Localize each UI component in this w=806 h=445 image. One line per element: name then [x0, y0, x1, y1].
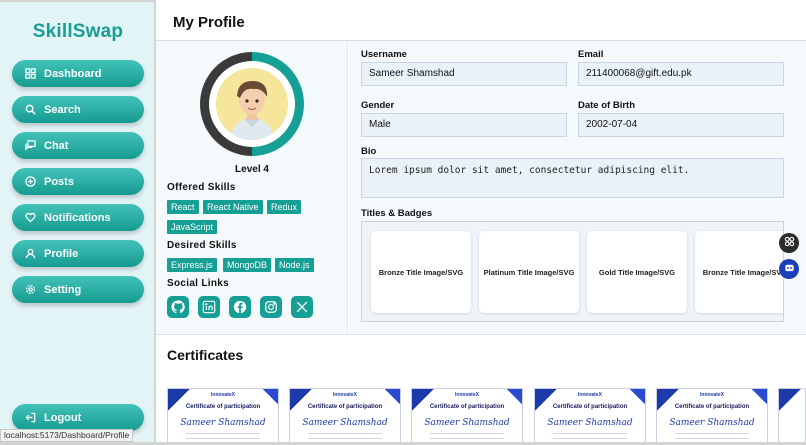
sidebar-item-label: Search	[44, 103, 81, 116]
certificate-heading: Certificate of participation	[429, 404, 505, 410]
sidebar-item-label: Dashboard	[44, 67, 102, 80]
profile-card: Level 4 Offered Skills React React Nativ…	[156, 41, 348, 334]
gender-field[interactable]: Male	[361, 113, 567, 137]
certificate-heading: Certificate of participation	[674, 404, 750, 410]
sidebar-item-posts[interactable]: Posts	[12, 168, 144, 195]
gender-label: Gender	[361, 100, 395, 111]
sidebar-item-notifications[interactable]: Notifications	[12, 204, 144, 231]
certificate-heading: Certificate of participation	[185, 404, 261, 410]
sidebar-item-setting[interactable]: Setting	[12, 276, 144, 303]
avatar[interactable]	[216, 68, 288, 140]
sidebar: SkillSwap Dashboard Search Chat Posts No…	[0, 0, 156, 445]
email-field[interactable]: 211400068@gift.edu.pk	[578, 62, 784, 86]
logout-label: Logout	[44, 411, 82, 424]
facebook-icon[interactable]	[229, 296, 251, 318]
github-icon[interactable]	[167, 296, 189, 318]
badges-scroller[interactable]: Bronze Title Image/SVG Platinum Title Im…	[361, 221, 784, 322]
certificate-card[interactable]: InnovateX Certificate of participation S…	[289, 388, 401, 445]
bio-label: Bio	[361, 146, 377, 157]
page-header: My Profile	[156, 2, 806, 41]
certificate-card-partial[interactable]	[778, 388, 806, 445]
certificate-card[interactable]: InnovateX Certificate of participation S…	[167, 388, 279, 445]
certificate-org: InnovateX	[211, 392, 235, 398]
apps-icon	[784, 234, 795, 252]
sidebar-item-label: Chat	[44, 139, 69, 152]
badge-card[interactable]: Bronze Title Image/SVG	[695, 231, 783, 313]
sidebar-item-search[interactable]: Search	[12, 96, 144, 123]
sidebar-item-chat[interactable]: Chat	[12, 132, 144, 159]
browser-status-url: localhost:5173/Dashboard/Profile	[0, 429, 134, 442]
skill-chip: React Native	[203, 200, 263, 214]
desired-skills-title: Desired Skills	[167, 240, 237, 251]
skill-chip: React	[167, 200, 199, 214]
certificate-name: Sameer Shamshad	[180, 418, 266, 428]
skill-chip: Redux	[267, 200, 302, 214]
sidebar-item-label: Profile	[44, 247, 79, 260]
badge-card[interactable]: Platinum Title Image/SVG	[479, 231, 579, 313]
certificate-card[interactable]: InnovateX Certificate of participation S…	[534, 388, 646, 445]
skill-chip: JavaScript	[167, 220, 218, 234]
badges-label: Titles & Badges	[361, 208, 433, 219]
social-links-title: Social Links	[167, 278, 229, 289]
offered-skills-title: Offered Skills	[167, 182, 236, 193]
skill-chip: Express.js	[167, 258, 217, 272]
level-label: Level 4	[235, 164, 269, 175]
certificate-name: Sameer Shamshad	[302, 418, 388, 428]
sidebar-item-label: Notifications	[44, 211, 111, 224]
profile-form: Username Sameer Shamshad Email 211400068…	[349, 41, 806, 334]
certificate-org: InnovateX	[700, 392, 724, 398]
logout-button[interactable]: Logout	[12, 404, 144, 431]
linkedin-icon[interactable]	[198, 296, 220, 318]
level-progress-ring	[200, 52, 304, 156]
skill-chip: MongoDB	[223, 258, 272, 272]
dob-field[interactable]: 2002-07-04	[578, 113, 784, 137]
certificate-name: Sameer Shamshad	[424, 418, 510, 428]
certificate-org: InnovateX	[333, 392, 357, 398]
skill-chip: Node.js	[275, 258, 314, 272]
certificates-section: Certificates InnovateX Certificate of pa…	[156, 334, 806, 445]
app-logo: SkillSwap	[32, 21, 124, 42]
instagram-icon[interactable]	[260, 296, 282, 318]
search-icon	[23, 103, 37, 117]
sidebar-item-label: Posts	[44, 175, 74, 188]
certificate-org: InnovateX	[455, 392, 479, 398]
certificates-title: Certificates	[167, 347, 244, 363]
certificate-card[interactable]: InnovateX Certificate of participation S…	[656, 388, 768, 445]
dob-label: Date of Birth	[578, 100, 635, 111]
certificate-heading: Certificate of participation	[552, 404, 628, 410]
chatbot-float-button[interactable]	[779, 259, 799, 279]
plus-circle-icon	[23, 175, 37, 189]
chat-icon	[23, 139, 37, 153]
apps-float-button[interactable]	[779, 233, 799, 253]
certificate-heading: Certificate of participation	[307, 404, 383, 410]
heart-icon	[23, 211, 37, 225]
username-label: Username	[361, 49, 407, 60]
gear-icon	[23, 283, 37, 297]
grid-icon	[23, 67, 37, 81]
certificate-card[interactable]: InnovateX Certificate of participation S…	[411, 388, 523, 445]
certificate-name: Sameer Shamshad	[669, 418, 755, 428]
user-icon	[23, 247, 37, 261]
badge-card[interactable]: Gold Title Image/SVG	[587, 231, 687, 313]
certificate-name: Sameer Shamshad	[547, 418, 633, 428]
email-label: Email	[578, 49, 604, 60]
certificate-org: InnovateX	[578, 392, 602, 398]
badge-card[interactable]: Bronze Title Image/SVG	[371, 231, 471, 313]
sidebar-item-profile[interactable]: Profile	[12, 240, 144, 267]
x-icon[interactable]	[291, 296, 313, 318]
sidebar-item-label: Setting	[44, 283, 82, 296]
logout-icon	[23, 411, 37, 425]
page-title: My Profile	[173, 14, 245, 31]
sidebar-item-dashboard[interactable]: Dashboard	[12, 60, 144, 87]
bio-textarea[interactable]: Lorem ipsum dolor sit amet, consectetur …	[361, 158, 784, 198]
username-field[interactable]: Sameer Shamshad	[361, 62, 567, 86]
robot-icon	[784, 260, 795, 278]
